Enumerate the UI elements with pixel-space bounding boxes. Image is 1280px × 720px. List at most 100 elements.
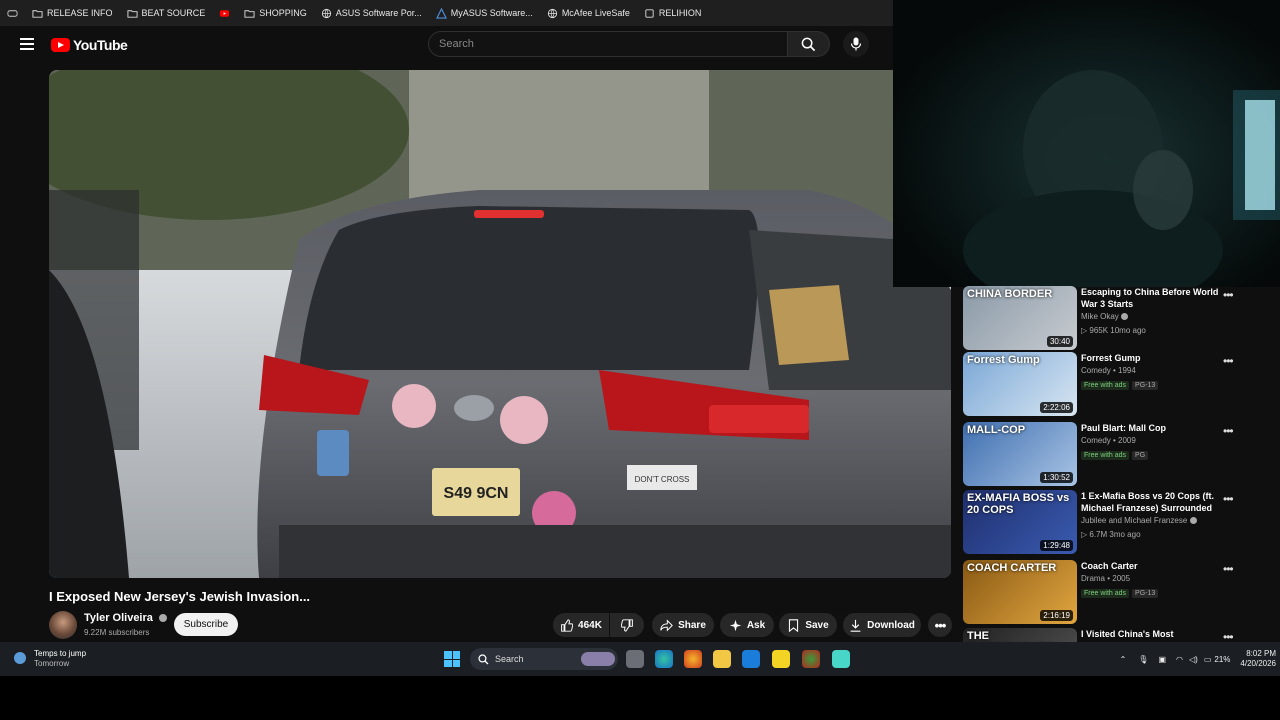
outlook-icon[interactable] [742, 650, 760, 668]
video-title[interactable]: Forrest Gump [1081, 352, 1237, 364]
channel-name[interactable]: Jubilee and Michael Franzese [1081, 516, 1197, 525]
video-thumbnail[interactable]: THE SURVEILLANCE STATE [963, 628, 1077, 642]
youtube-logo-icon [51, 38, 70, 52]
recommended-video[interactable]: THE SURVEILLANCE STATE I Visited China's … [963, 628, 1263, 642]
video-title[interactable]: Coach Carter [1081, 560, 1237, 572]
badge: Free with ads [1081, 589, 1130, 598]
badge: Free with ads [1081, 451, 1130, 460]
search-icon [478, 653, 489, 664]
channel-name[interactable]: Comedy • 2009 [1081, 436, 1136, 445]
bookmark-icon [789, 618, 799, 632]
search-input[interactable] [429, 32, 807, 56]
voice-search-button[interactable] [843, 31, 869, 57]
wifi-icon[interactable]: ◠ [1176, 655, 1183, 664]
webcam-overlay [893, 0, 1280, 310]
more-options-icon[interactable]: ••• [1223, 492, 1234, 506]
video-thumbnail[interactable]: EX-MAFIA BOSS vs 20 COPS 1:29:48 [963, 490, 1077, 554]
clock[interactable]: 8:02 PM 4/20/2026 [1240, 649, 1276, 669]
volume-icon[interactable]: ◁) [1189, 655, 1198, 664]
recommended-video[interactable]: MALL-COP 1:30:52 Paul Blart: Mall Cop Comed… [963, 422, 1263, 488]
channel-name[interactable]: Mike Okay [1081, 312, 1129, 321]
more-icon: ••• [934, 617, 947, 633]
start-button[interactable] [444, 651, 460, 667]
chrome-icon[interactable] [802, 650, 820, 668]
badges: Free with ads PG [1081, 450, 1151, 460]
channel-avatar[interactable] [49, 611, 77, 639]
weather-widget[interactable]: Temps to jump Tomorrow [14, 649, 86, 669]
battery-icon[interactable]: ▭ [1204, 655, 1212, 664]
recommended-video[interactable]: Forrest Gump 2:22:06 Forrest Gump Comedy • … [963, 352, 1263, 418]
video-title[interactable]: Paul Blart: Mall Cop [1081, 422, 1237, 434]
bookmark-item[interactable]: McAfee LiveSafe [540, 8, 637, 19]
video-title[interactable]: 1 Ex-Mafia Boss vs 20 Cops (ft. Michael … [1081, 490, 1237, 514]
channel-name[interactable]: Drama • 2005 [1081, 574, 1130, 583]
video-duration: 1:29:48 [1040, 540, 1073, 551]
video-frame: S49 9CN DON'T CROSS [49, 70, 951, 578]
video-duration: 2:16:19 [1040, 610, 1073, 621]
more-actions-button[interactable]: ••• [928, 613, 952, 637]
globe-icon [321, 8, 331, 18]
edge-icon[interactable] [655, 650, 673, 668]
subscribe-button[interactable]: Subscribe [174, 613, 238, 636]
video-thumbnail[interactable]: MALL-COP 1:30:52 [963, 422, 1077, 486]
download-button[interactable]: Download [843, 613, 921, 637]
sticky-notes-icon[interactable] [772, 650, 790, 668]
channel-name[interactable]: Tyler Oliveira [84, 612, 167, 624]
youtube-logo[interactable]: YouTube [51, 37, 128, 53]
taskbar-search[interactable]: Search [470, 648, 618, 670]
task-view-icon[interactable] [626, 650, 644, 668]
subscriber-count: 9.22M subscribers [84, 628, 150, 637]
folder-icon [126, 9, 138, 18]
chevron-up-icon[interactable]: ⌃ [1120, 655, 1127, 664]
video-duration: 2:22:06 [1040, 402, 1073, 413]
more-options-icon[interactable]: ••• [1223, 562, 1234, 576]
microphone-icon[interactable]: 🎙 [1138, 655, 1148, 664]
search-button[interactable] [788, 31, 830, 57]
recommended-video[interactable]: COACH CARTER 2:16:19 Coach Carter Drama • 2… [963, 560, 1263, 626]
firefox-icon[interactable] [684, 650, 702, 668]
more-options-icon[interactable]: ••• [1223, 424, 1234, 438]
bookmark-item[interactable]: SHOPPING [237, 8, 314, 19]
thumbs-down-icon [620, 618, 633, 632]
bookmark-item[interactable]: BEAT SOURCE [120, 8, 213, 19]
ask-button[interactable]: Ask [720, 613, 774, 637]
folder-icon [244, 9, 255, 18]
thumbnail-caption: THE SURVEILLANCE STATE [967, 630, 989, 642]
recommended-video[interactable]: CHINA BORDER 30:40 Escaping to China Befor… [963, 286, 1263, 352]
video-title[interactable]: Escaping to China Before World War 3 Sta… [1081, 286, 1237, 310]
badges: Free with ads PG-13 [1081, 380, 1161, 390]
file-explorer-icon[interactable] [713, 650, 731, 668]
video-thumbnail[interactable]: Forrest Gump 2:22:06 [963, 352, 1077, 416]
video-thumbnail[interactable]: CHINA BORDER 30:40 [963, 286, 1077, 350]
channel-name[interactable]: Comedy • 1994 [1081, 366, 1136, 375]
more-options-icon[interactable]: ••• [1223, 354, 1234, 368]
video-player[interactable]: S49 9CN DON'T CROSS [49, 70, 951, 578]
badges: Free with ads PG-13 [1081, 588, 1161, 598]
video-stats: ▷ 965K 10mo ago [1081, 326, 1146, 335]
more-options-icon[interactable]: ••• [1223, 630, 1234, 642]
bookmark-item[interactable]: RELIHION [637, 8, 709, 19]
network-icon[interactable]: ▣ [1158, 655, 1166, 664]
search-highlight-icon [581, 652, 615, 666]
video-thumbnail[interactable]: COACH CARTER 2:16:19 [963, 560, 1077, 624]
recommended-video[interactable]: EX-MAFIA BOSS vs 20 COPS 1:29:48 1 Ex-Mafi… [963, 490, 1263, 556]
bookmark-item[interactable]: RELEASE INFO [25, 8, 120, 19]
app-icon[interactable] [832, 650, 850, 668]
like-button[interactable]: 464K [553, 613, 609, 637]
more-options-icon[interactable]: ••• [1223, 288, 1234, 302]
battery-percent: 21% [1214, 654, 1231, 664]
bookmark-item[interactable]: MyASUS Software... [429, 7, 540, 19]
youtube-header: YouTube [0, 26, 893, 64]
share-button[interactable]: Share [652, 613, 714, 637]
bookmark-item[interactable] [212, 8, 237, 19]
video-title[interactable]: I Visited China's Most [1081, 628, 1237, 640]
apps-icon[interactable] [0, 8, 25, 19]
bookmark-item[interactable]: ASUS Software Por... [314, 8, 429, 19]
dislike-button[interactable] [610, 613, 644, 637]
system-tray: ⌃ 🎙 ▣ ◠ ◁) ▭ 21% 8:02 PM 4/20/2026 [1120, 642, 1280, 676]
save-button[interactable]: Save [779, 613, 837, 637]
menu-icon[interactable] [20, 38, 34, 50]
search-field[interactable] [428, 31, 807, 57]
weather-icon [14, 652, 26, 664]
video-stats: ▷ 6.7M 3mo ago [1081, 530, 1141, 539]
